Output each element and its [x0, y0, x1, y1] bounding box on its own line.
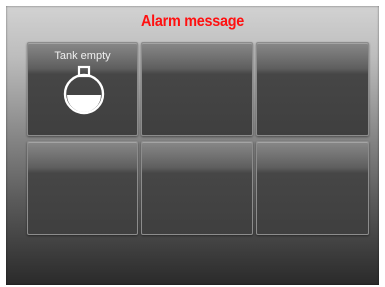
alarm-screen: Alarm message Tank empty	[6, 6, 379, 285]
alarm-tile[interactable]	[27, 141, 138, 235]
alarm-tile-label: Tank empty	[54, 50, 111, 62]
alarm-tile[interactable]	[256, 42, 369, 136]
alarm-tile[interactable]	[141, 42, 253, 136]
page-title: Alarm message	[141, 13, 244, 30]
alarm-tile[interactable]	[141, 141, 253, 235]
alarm-tile[interactable]	[256, 141, 369, 235]
alarm-grid: Tank empty	[27, 42, 369, 235]
tank-empty-icon	[63, 65, 105, 115]
alarm-tile-tank-empty[interactable]: Tank empty	[27, 42, 138, 136]
